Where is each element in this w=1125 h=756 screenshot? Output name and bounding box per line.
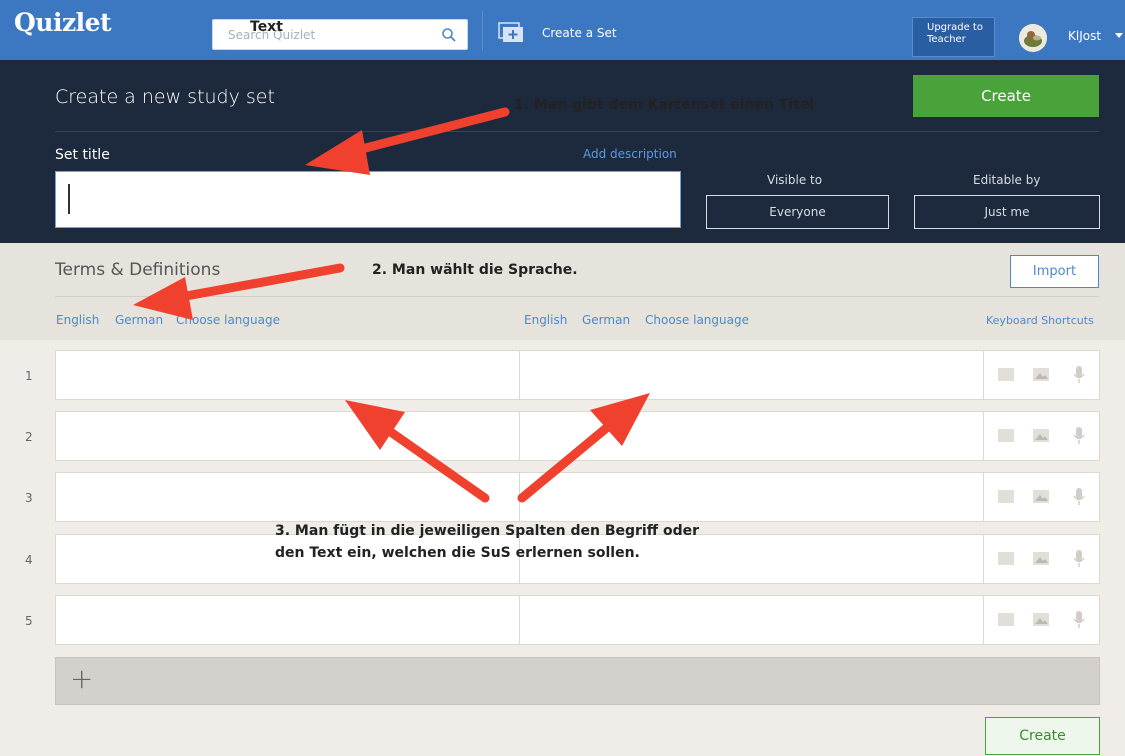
annotation-step-3-line-2: den Text ein, welchen die SuS erlernen s…	[275, 545, 640, 561]
row-number: 1	[25, 369, 33, 383]
term-lang-german[interactable]: German	[115, 313, 163, 327]
def-lang-english[interactable]: English	[524, 313, 567, 327]
image-icon[interactable]	[1032, 366, 1050, 382]
plus-icon: +	[70, 662, 94, 695]
image-icon[interactable]	[1032, 550, 1050, 566]
microphone-icon[interactable]	[1072, 550, 1086, 568]
add-card-button[interactable]: +	[55, 657, 1100, 705]
term-input[interactable]	[56, 412, 520, 460]
create-set-link[interactable]: Create a Set	[542, 26, 617, 40]
microphone-icon[interactable]	[1072, 488, 1086, 506]
visible-to-label: Visible to	[767, 173, 823, 187]
search-icon[interactable]	[441, 27, 457, 43]
term-input[interactable]	[56, 473, 520, 521]
image-icon[interactable]	[1032, 611, 1050, 627]
row-number: 4	[25, 553, 33, 567]
text-cursor	[68, 184, 70, 214]
editable-by-select[interactable]: Just me	[914, 195, 1100, 229]
import-button[interactable]: Import	[1010, 255, 1099, 288]
microphone-icon[interactable]	[1072, 427, 1086, 445]
card-icon[interactable]	[997, 427, 1015, 443]
definition-input[interactable]	[520, 412, 984, 460]
create-set-icon[interactable]	[498, 22, 524, 44]
editable-by-label: Editable by	[973, 173, 1041, 187]
card-row	[55, 350, 1100, 400]
card-icon[interactable]	[997, 550, 1015, 566]
search-overlay-text: Text	[250, 19, 283, 35]
term-lang-choose[interactable]: Choose language	[176, 313, 280, 327]
avatar-image-icon	[1019, 24, 1047, 52]
image-icon[interactable]	[1032, 488, 1050, 504]
definition-input[interactable]	[520, 351, 984, 399]
add-description-link[interactable]: Add description	[583, 147, 677, 161]
avatar[interactable]	[1019, 24, 1047, 52]
terms-title: Terms & Definitions	[55, 260, 221, 280]
def-lang-choose[interactable]: Choose language	[645, 313, 749, 327]
def-lang-german[interactable]: German	[582, 313, 630, 327]
annotation-step-1: 1. Man gibt dem Kartenset einen Titel	[514, 97, 815, 113]
annotation-step-3-line-1: 3. Man fügt in die jeweiligen Spalten de…	[275, 523, 699, 539]
term-input[interactable]	[56, 596, 520, 644]
set-title-input[interactable]	[55, 171, 681, 228]
search-input[interactable]	[213, 20, 448, 49]
annotation-step-3: 3. Man fügt in die jeweiligen Spalten de…	[275, 520, 699, 564]
keyboard-shortcuts-link[interactable]: Keyboard Shortcuts	[986, 314, 1094, 327]
create-button-top[interactable]: Create	[913, 75, 1099, 117]
visible-to-select[interactable]: Everyone	[706, 195, 889, 229]
card-icon[interactable]	[997, 366, 1015, 382]
row-number: 2	[25, 430, 33, 444]
create-button-bottom[interactable]: Create	[985, 717, 1100, 755]
card-row	[55, 472, 1100, 522]
quizlet-logo[interactable]: Quizlet	[14, 8, 112, 37]
username[interactable]: KlJost	[1068, 29, 1101, 43]
set-title-label: Set title	[55, 147, 110, 163]
row-number: 5	[25, 614, 33, 628]
image-icon[interactable]	[1032, 427, 1050, 443]
row-number: 3	[25, 491, 33, 505]
card-row	[55, 595, 1100, 645]
upgrade-to-teacher-button[interactable]: Upgrade to Teacher	[912, 17, 995, 57]
definition-input[interactable]	[520, 596, 984, 644]
term-input[interactable]	[56, 351, 520, 399]
header-divider	[55, 131, 1099, 132]
annotation-step-2: 2. Man wählt die Sprache.	[372, 262, 578, 278]
caret-down-icon[interactable]	[1115, 33, 1123, 38]
nav-divider	[482, 11, 483, 51]
card-icon[interactable]	[997, 488, 1015, 504]
term-lang-english[interactable]: English	[56, 313, 99, 327]
microphone-icon[interactable]	[1072, 366, 1086, 384]
terms-divider	[55, 296, 1099, 297]
microphone-icon[interactable]	[1072, 611, 1086, 629]
page-title: Create a new study set	[55, 86, 275, 108]
card-row	[55, 411, 1100, 461]
definition-input[interactable]	[520, 473, 984, 521]
card-icon[interactable]	[997, 611, 1015, 627]
